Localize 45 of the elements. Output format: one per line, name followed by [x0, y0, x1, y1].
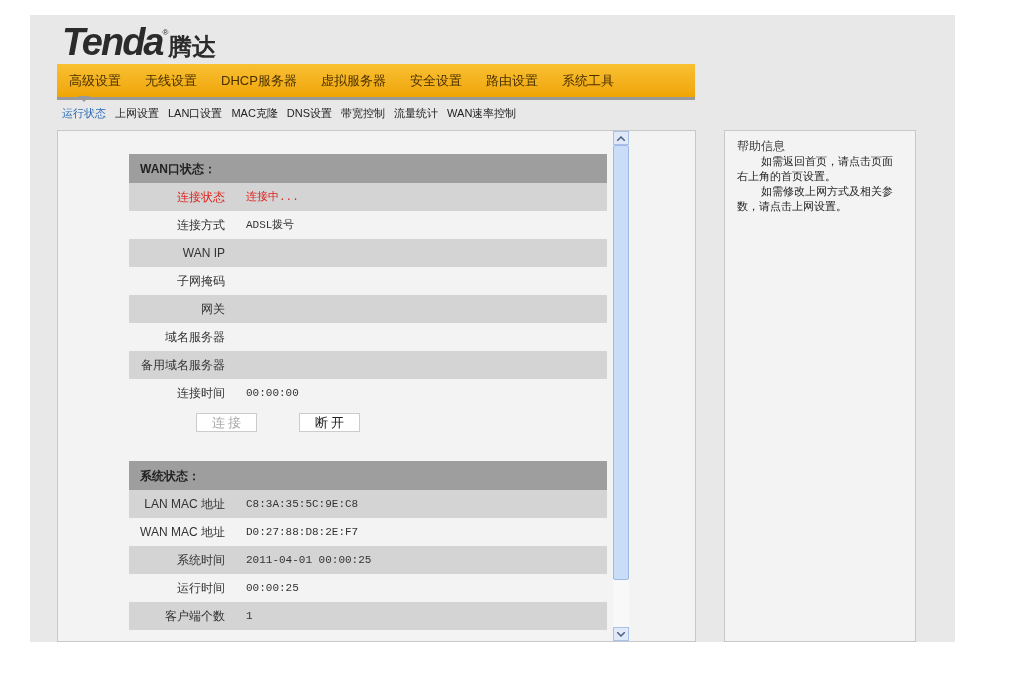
field-label: 备用域名服务器	[140, 357, 225, 374]
field-value: 2011-04-01 00:00:25	[246, 552, 372, 568]
field-value: 1	[246, 608, 253, 624]
field-label: 网关	[200, 301, 225, 318]
section-title: WAN口状态：	[140, 160, 216, 178]
main-nav-item[interactable]: 高级设置	[69, 70, 121, 91]
field-label: 连接时间	[176, 385, 225, 402]
field-value: D0:27:88:D8:2E:F7	[246, 524, 359, 540]
section-title: 系统状态：	[140, 467, 200, 485]
field-value: 连接中...	[246, 189, 299, 205]
field-value: C8:3A:35:5C:9E:C8	[246, 496, 359, 512]
field-label: WAN MAC 地址	[139, 524, 225, 541]
field-value: 00:00:25	[246, 580, 299, 596]
main-nav-item[interactable]: DHCP服务器	[221, 70, 297, 91]
sub-nav-tab[interactable]: 上网设置	[115, 96, 159, 122]
help-text: 如需修改上网方式及相关参数，请点击上网设置。	[737, 184, 894, 214]
field-label: 子网掩码	[176, 273, 225, 290]
sub-nav-tab[interactable]: DNS设置	[286, 96, 333, 122]
field-label: WAN IP	[181, 245, 225, 262]
field-label: 系统时间	[176, 552, 225, 569]
main-nav-item[interactable]: 路由设置	[485, 70, 538, 91]
scroll-down-icon[interactable]	[613, 627, 629, 641]
sub-nav-tab[interactable]: 运行状态	[62, 96, 106, 122]
help-text: 如需返回首页，请点击页面右上角的首页设置。	[737, 154, 894, 184]
field-value: 00:00:00	[246, 385, 299, 401]
sub-nav-tab[interactable]: WAN速率控制	[447, 96, 517, 122]
main-nav-item[interactable]: 无线设置	[145, 70, 197, 91]
field-value: ADSL拨号	[246, 217, 295, 233]
field-label: 运行时间	[176, 580, 225, 597]
main-nav-item[interactable]: 系统工具	[561, 70, 614, 91]
field-label: 连接状态	[176, 189, 225, 206]
field-label: 客户端个数	[164, 608, 225, 625]
main-nav-item[interactable]: 虚拟服务器	[320, 70, 386, 91]
action-button[interactable]: 断 开	[299, 412, 360, 432]
help-title: 帮助信息	[737, 139, 786, 154]
field-label: LAN MAC 地址	[143, 496, 225, 513]
scroll-up-icon[interactable]	[613, 131, 629, 145]
sub-nav-tab[interactable]: LAN口设置	[168, 96, 223, 122]
sub-nav-tab[interactable]: MAC克隆	[231, 96, 278, 122]
sub-nav-tab[interactable]: 流量统计	[394, 96, 439, 122]
main-nav-item[interactable]: 安全设置	[409, 70, 462, 91]
field-label: 域名服务器	[164, 329, 225, 346]
sub-nav-tab[interactable]: 带宽控制	[341, 96, 386, 122]
field-label: 连接方式	[176, 217, 225, 234]
brand-logo: Tenda®腾达	[61, 21, 218, 61]
